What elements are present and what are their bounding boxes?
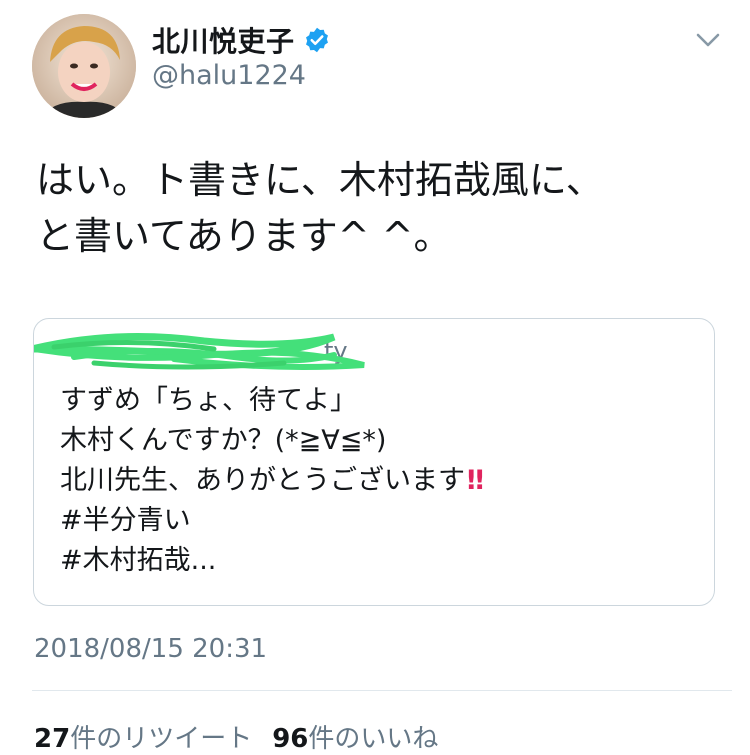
hashtag-link[interactable]: #半分青い — [60, 501, 482, 541]
avatar-photo — [32, 14, 136, 118]
quote-line: 木村くんですか？(*≧∀≦*) — [60, 425, 387, 456]
tweet-text-line: と書いてあります^ ^。 — [36, 214, 452, 258]
avatar[interactable] — [32, 14, 136, 118]
likes-label[interactable]: 件のいいね — [308, 718, 438, 755]
chevron-down-icon[interactable] — [694, 30, 722, 50]
double-exclamation-emoji: ‼ — [467, 465, 484, 496]
divider — [32, 690, 732, 691]
display-name[interactable]: 北川悦吏子 — [152, 20, 295, 60]
engagement-stats: 27 件のリツイート 96 件のいいね — [34, 718, 438, 755]
verified-badge-icon — [303, 26, 331, 54]
quote-line: すずめ「ちょ、待てよ」 — [60, 385, 357, 416]
user-name-row[interactable]: 北川悦吏子 — [152, 22, 331, 58]
quote-line: 北川先生、ありがとうございます — [60, 465, 465, 496]
quote-line-with-emoji: 北川先生、ありがとうございます‼ — [60, 461, 484, 501]
tweet-text: はい。ト書きに、木村拓哉風に、 と書いてあります^ ^。 — [36, 152, 726, 264]
quoted-tweet-card[interactable]: ty すずめ「ちょ、待てよ」 木村くんですか？(*≧∀≦*) 北川先生、ありがと… — [33, 318, 715, 606]
tweet-text-line: はい。ト書きに、木村拓哉風に、 — [36, 158, 604, 202]
hashtag-link[interactable]: #木村拓哉... — [60, 541, 482, 581]
tweet-timestamp[interactable]: 2018/08/15 20:31 — [34, 634, 267, 664]
user-handle[interactable]: @halu1224 — [152, 60, 306, 91]
retweets-label[interactable]: 件のリツイート — [70, 718, 252, 755]
quote-body: すずめ「ちょ、待てよ」 木村くんですか？(*≧∀≦*) 北川先生、ありがとうござ… — [60, 381, 484, 581]
